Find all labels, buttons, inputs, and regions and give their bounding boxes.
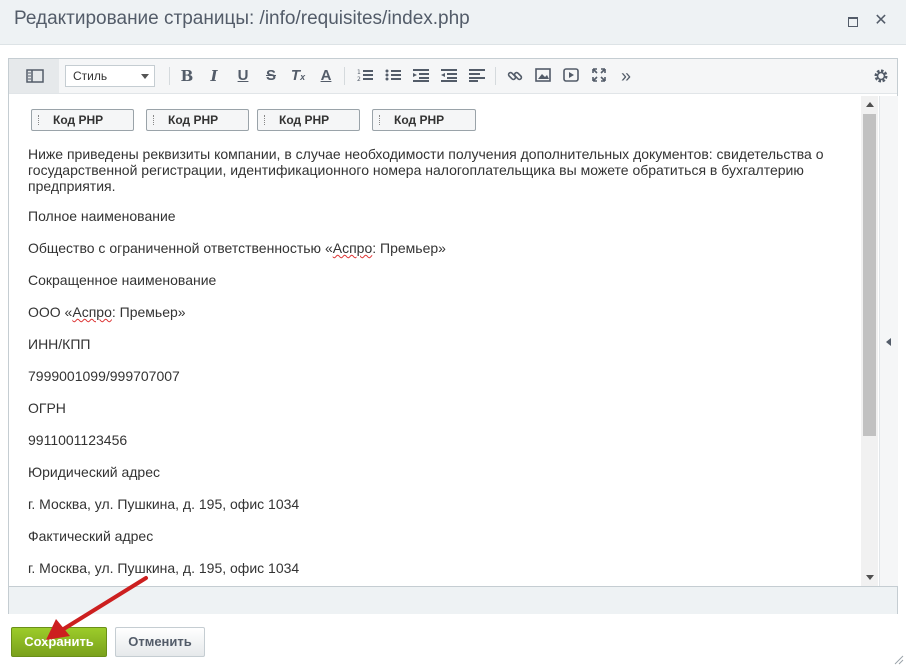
- underline-icon[interactable]: U: [233, 66, 253, 86]
- scroll-up-icon[interactable]: [866, 102, 874, 107]
- more-icon[interactable]: »: [616, 66, 636, 86]
- toolbar-divider: [344, 67, 345, 85]
- close-icon[interactable]: ✕: [874, 13, 888, 29]
- svg-text:1: 1: [357, 69, 361, 76]
- ordered-list-icon[interactable]: 12: [355, 66, 375, 86]
- label-full-name: Полное наименование: [28, 208, 176, 224]
- mode-toggle-button[interactable]: [9, 59, 59, 93]
- indent-icon[interactable]: [411, 66, 431, 86]
- align-icon[interactable]: [467, 66, 487, 86]
- style-select-label: Стиль: [73, 69, 108, 83]
- dialog-title: Редактирование страницы: /info/requisite…: [14, 8, 470, 29]
- drag-handle-icon: [153, 115, 156, 125]
- annotation-arrow-icon: [46, 576, 148, 640]
- scroll-down-icon[interactable]: [866, 575, 874, 580]
- maximize-icon[interactable]: [846, 14, 860, 28]
- label-ogrn: ОГРН: [28, 400, 66, 416]
- value-legal-address: г. Москва, ул. Пушкина, д. 195, офис 103…: [28, 496, 300, 512]
- resize-handle-icon[interactable]: [894, 655, 904, 665]
- svg-text:2: 2: [357, 76, 361, 82]
- editor-toolbar: Стиль B I U S Tx A 12 »: [9, 59, 897, 94]
- php-code-label: Код PHP: [394, 113, 445, 127]
- drag-handle-icon: [264, 115, 267, 125]
- label-legal-address: Юридический адрес: [28, 464, 161, 480]
- php-code-block[interactable]: Код PHP: [372, 109, 476, 131]
- toolbar-divider: [495, 67, 496, 85]
- editor-content[interactable]: Код PHP Код PHP Код PHP Код PHP Ниже при…: [9, 94, 861, 584]
- vertical-scrollbar[interactable]: [861, 96, 878, 586]
- link-icon[interactable]: [505, 66, 525, 86]
- remove-format-icon[interactable]: Tx: [288, 66, 308, 86]
- php-code-block[interactable]: Код PHP: [257, 109, 360, 131]
- font-color-icon[interactable]: A: [316, 66, 336, 86]
- html-editor: Стиль B I U S Tx A 12 » Код PHP Код PHP …: [8, 58, 898, 614]
- value-short-name: ООО «Аспро: Премьер»: [28, 304, 186, 320]
- chevron-left-icon: [886, 338, 891, 346]
- code-view-icon: [26, 69, 44, 83]
- value-full-name: Общество с ограниченной ответственностью…: [28, 240, 446, 256]
- side-panel-toggle[interactable]: [879, 96, 898, 586]
- image-icon[interactable]: [533, 66, 553, 86]
- intro-paragraph: Ниже приведены реквизиты компании, в слу…: [28, 146, 824, 194]
- scrollbar-thumb[interactable]: [863, 114, 876, 436]
- outdent-icon[interactable]: [439, 66, 459, 86]
- php-code-label: Код PHP: [168, 113, 219, 127]
- gear-icon[interactable]: [871, 66, 891, 86]
- italic-icon[interactable]: I: [204, 66, 224, 86]
- drag-handle-icon: [38, 115, 41, 125]
- unordered-list-icon[interactable]: [383, 66, 403, 86]
- video-icon[interactable]: [561, 66, 581, 86]
- chevron-down-icon: [141, 74, 149, 79]
- value-inn-kpp: 7999001099/999707007: [28, 368, 180, 384]
- toolbar-divider: [169, 67, 170, 85]
- style-select[interactable]: Стиль: [65, 65, 155, 87]
- label-actual-address: Фактический адрес: [28, 528, 154, 544]
- php-code-block[interactable]: Код PHP: [31, 109, 134, 131]
- drag-handle-icon: [379, 115, 382, 125]
- label-short-name: Сокращенное наименование: [28, 272, 217, 288]
- bold-icon[interactable]: B: [177, 66, 197, 86]
- php-code-label: Код PHP: [53, 113, 104, 127]
- label-inn-kpp: ИНН/КПП: [28, 336, 91, 352]
- value-ogrn: 9911001123456: [28, 432, 128, 448]
- php-code-label: Код PHP: [279, 113, 330, 127]
- dialog-titlebar: Редактирование страницы: /info/requisite…: [0, 0, 906, 45]
- strikethrough-icon[interactable]: S: [261, 66, 281, 86]
- fullscreen-icon[interactable]: [589, 66, 609, 86]
- php-code-block[interactable]: Код PHP: [146, 109, 249, 131]
